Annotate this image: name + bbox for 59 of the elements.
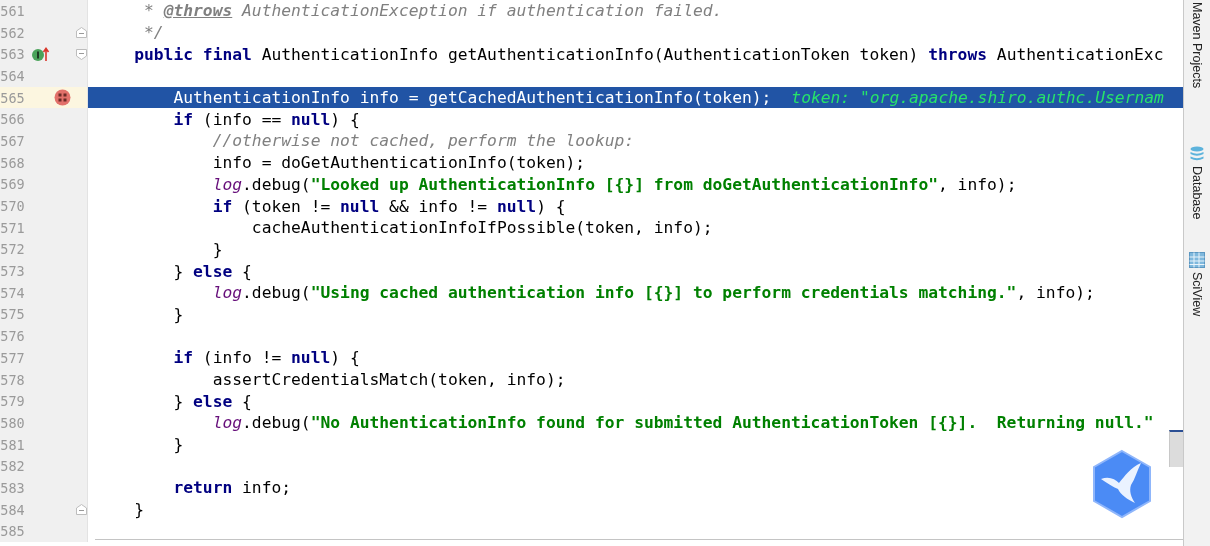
line-number: 568 [0, 154, 25, 171]
line-number: 582 [0, 458, 25, 475]
code-line: } [211, 239, 223, 259]
tool-window-tab[interactable]: Database [1190, 166, 1204, 220]
code-line: } else { [172, 261, 252, 281]
bird-hexagon-icon[interactable] [1091, 449, 1153, 519]
code-line: //otherwise not cached, perform the lookup: [211, 131, 635, 151]
line-number: 573 [0, 263, 25, 280]
code-line: */ [143, 23, 164, 43]
fold-icon[interactable] [76, 27, 87, 39]
code-line: } else { [172, 391, 252, 411]
code-line: info = doGetAuthenticationInfo(token); [211, 153, 586, 173]
line-number: 576 [0, 328, 25, 345]
code-line: public final AuthenticationInfo getAuthenticationInfo(AuthenticationToken token) throws AuthenticationExc [133, 44, 1164, 64]
code-line: cacheAuthenticationInfoIfPossible(token, info); [250, 218, 713, 238]
line-number: 579 [0, 393, 25, 410]
line-number: 564 [0, 67, 25, 84]
line-number: 583 [0, 479, 25, 496]
line-number: 565 [0, 89, 25, 106]
line-number: 566 [0, 111, 25, 128]
line-number: 584 [0, 501, 25, 518]
tool-window-tab[interactable]: SciView [1190, 271, 1204, 316]
line-number: 569 [0, 176, 25, 193]
debug-value-hint: token: "org.apache.shiro.authc.Usernam [791, 88, 1164, 108]
line-number: 572 [0, 241, 25, 258]
line-number: 581 [0, 436, 25, 453]
code-line: } [172, 435, 184, 455]
code-line: assertCredentialsMatch(token, info); [211, 370, 566, 390]
scrollbar-thumb[interactable] [1169, 430, 1183, 467]
code-line: if (info != null) { [172, 348, 360, 368]
line-number: 561 [0, 2, 25, 19]
database-icon [1190, 146, 1204, 163]
line-number: 562 [0, 24, 25, 41]
line-number: 563 [0, 46, 25, 63]
fold-icon[interactable] [76, 48, 87, 60]
code-line: AuthenticationInfo info = getCachedAuthenticationInfo(token); [172, 88, 772, 108]
table-grid-icon [1189, 251, 1205, 268]
line-number: 571 [0, 219, 25, 236]
breakpoint-icon[interactable] [53, 89, 71, 107]
code-line: if (info == null) { [172, 109, 360, 129]
code-line: } [172, 304, 184, 324]
code-line: } [133, 500, 144, 520]
line-number: 567 [0, 132, 25, 149]
code-line: log.debug("Looked up AuthenticationInfo [{}] from doGetAuthenticationInfo", info); [211, 174, 1017, 194]
code-line: * @throws AuthenticationException if authentication failed. [143, 1, 723, 21]
line-number: 575 [0, 306, 25, 323]
circle-arrow-icon[interactable] [30, 46, 51, 63]
line-number: 585 [0, 523, 25, 540]
code-line: if (token != null && info != null) { [211, 196, 566, 216]
code-line: log.debug("No AuthenticationInfo found for submitted AuthenticationToken [{}]. Returning null." [211, 413, 1154, 433]
code-line: log.debug("Using cached authentication info [{}] to perform credentials matching.", info); [211, 283, 1095, 303]
fold-icon[interactable] [76, 504, 87, 516]
line-number: 577 [0, 349, 25, 366]
code-line: return info; [172, 478, 292, 498]
line-number: 570 [0, 198, 25, 215]
line-number: 578 [0, 371, 25, 388]
tool-window-tab[interactable]: Maven Projects [1190, 2, 1204, 89]
line-number: 580 [0, 414, 25, 431]
line-number: 574 [0, 284, 25, 301]
